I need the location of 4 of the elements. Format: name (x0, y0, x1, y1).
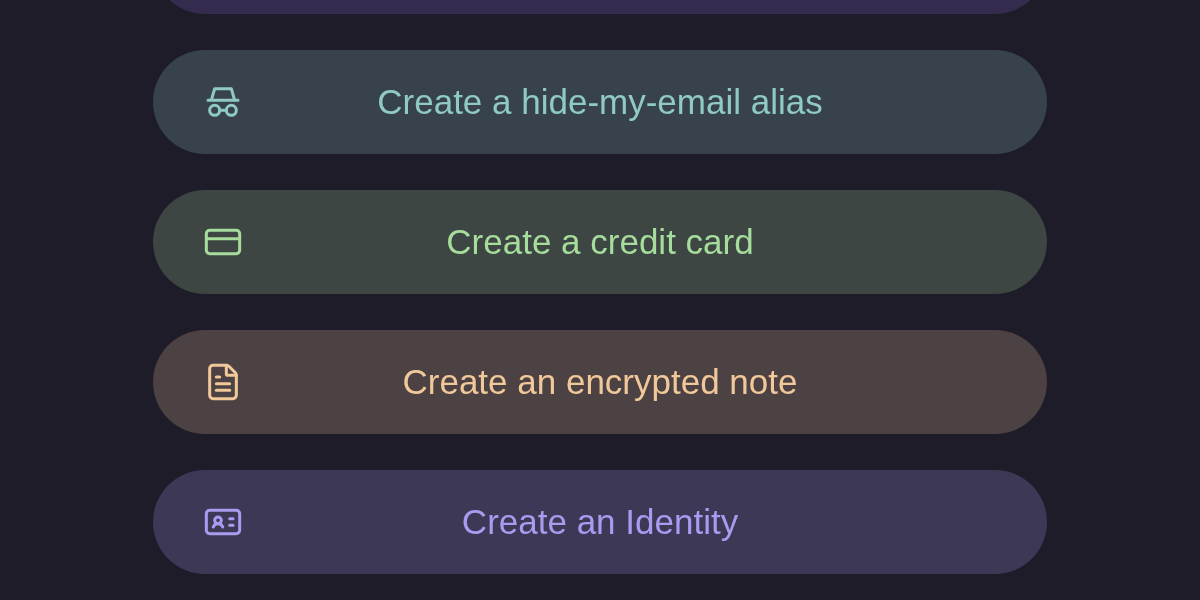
action-button[interactable]: Create an Identity (153, 470, 1047, 574)
action-button[interactable]: Create a credit card (153, 190, 1047, 294)
action-button[interactable]: Create a hide-my-email alias (153, 50, 1047, 154)
action-button[interactable]: Create an encrypted note (153, 330, 1047, 434)
